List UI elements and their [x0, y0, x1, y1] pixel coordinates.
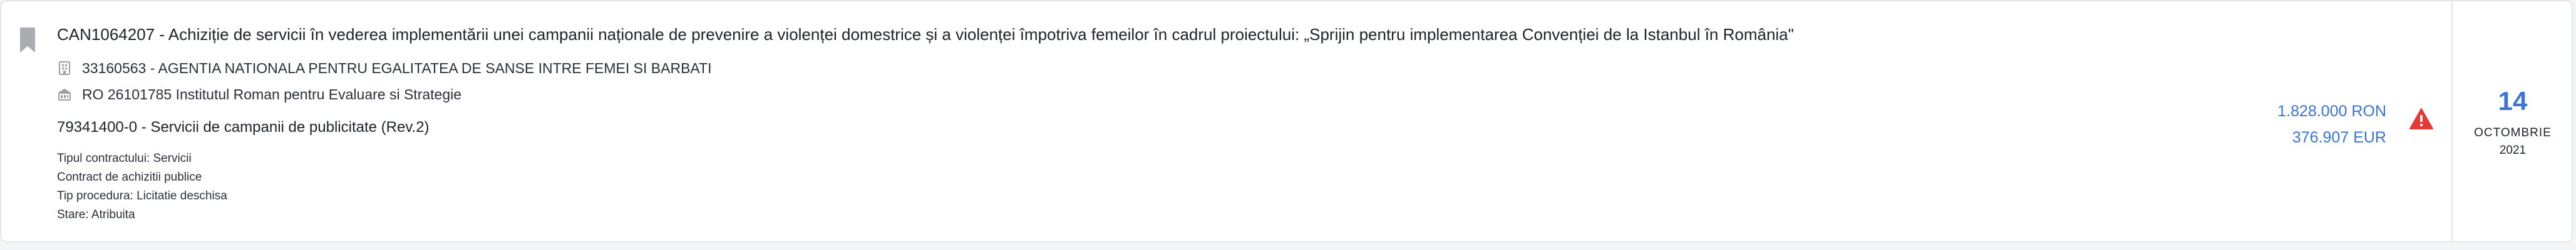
date-year: 2021: [2499, 144, 2527, 157]
building-icon: [57, 61, 72, 76]
amount-ron: 1.828.000 RON: [2277, 102, 2386, 120]
contract-winner: RO 26101785 Institutul Roman pentru Eval…: [57, 85, 461, 104]
notice-title[interactable]: CAN1064207 - Achiziție de servicii în ve…: [57, 24, 1794, 45]
bookmark-icon[interactable]: [19, 26, 36, 54]
date-day: 14: [2498, 86, 2528, 116]
cpv-code: 79341400-0 - Servicii de campanii de pub…: [57, 119, 430, 136]
procedure-type: Tip procedura: Licitatie deschisa: [57, 189, 227, 202]
publication-date: 14 OCTOMBRIE 2021: [2453, 1, 2573, 241]
contracting-authority: 33160563 - AGENTIA NATIONALA PENTRU EGAL…: [57, 59, 712, 78]
contract-type: Tipul contractului: Servicii: [57, 152, 192, 165]
authority-name: 33160563 - AGENTIA NATIONALA PENTRU EGAL…: [82, 59, 712, 76]
company-icon: [57, 87, 72, 102]
date-month: OCTOMBRIE: [2474, 126, 2552, 139]
winner-name: RO 26101785 Institutul Roman pentru Eval…: [82, 86, 462, 102]
contract-value: 1.828.000 RON 376.907 EUR: [2277, 98, 2386, 151]
notice-card[interactable]: CAN1064207 - Achiziție de servicii în ve…: [0, 0, 2573, 242]
notice-status: Stare: Atribuita: [57, 208, 135, 221]
warning-icon[interactable]: [2409, 108, 2434, 130]
contract-kind: Contract de achizitii publice: [57, 171, 202, 184]
amount-eur: 376.907 EUR: [2292, 129, 2386, 146]
